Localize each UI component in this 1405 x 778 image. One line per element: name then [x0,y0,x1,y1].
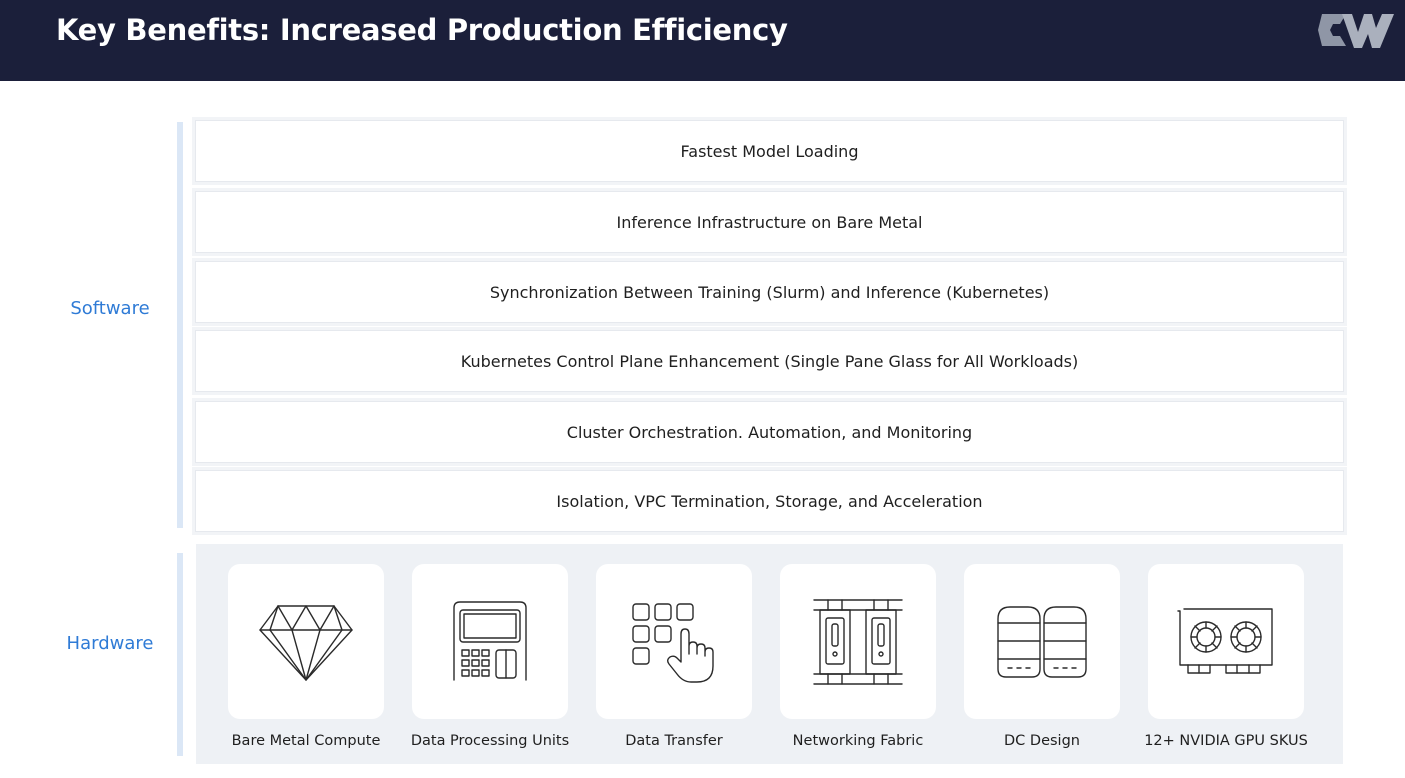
software-layer-row: Cluster Orchestration. Automation, and M… [195,401,1344,463]
gpu-card-icon [1177,607,1273,674]
hardware-card-bare-metal [228,564,384,719]
software-layer-row: Kubernetes Control Plane Enhancement (Si… [195,330,1344,392]
hardware-card-data-transfer [596,564,752,719]
keypad-hand-icon [632,602,714,683]
software-bracket-bar [177,122,183,528]
hardware-label-gpu: 12+ NVIDIA GPU SKUS [1144,733,1308,749]
hardware-card-dc-design [964,564,1120,719]
software-layer-row: Inference Infrastructure on Bare Metal [195,191,1344,253]
dpu-icon [453,600,527,681]
cw-logo-icon [1318,14,1394,48]
hardware-bracket-bar [177,553,183,756]
server-stack-icon [997,605,1087,678]
hardware-card-dpu [412,564,568,719]
hardware-label-networking: Networking Fabric [792,733,924,749]
hardware-card-networking [780,564,936,719]
hardware-label-bare-metal: Bare Metal Compute [231,733,381,749]
rack-icon [813,598,903,685]
software-label: Software [70,298,150,319]
hardware-label-data-transfer: Data Transfer [625,733,723,749]
hardware-label: Hardware [66,633,154,654]
hardware-label-dpu: Data Processing Units [410,733,570,749]
software-layer-row: Fastest Model Loading [195,120,1344,182]
hardware-label-dc-design: DC Design [1004,733,1080,749]
diamond-icon [259,604,353,681]
software-layer-row: Synchronization Between Training (Slurm)… [195,261,1344,323]
software-layer-row: Isolation, VPC Termination, Storage, and… [195,470,1344,532]
hardware-card-gpu [1148,564,1304,719]
header-bar: Key Benefits: Increased Production Effic… [0,0,1405,81]
page-title: Key Benefits: Increased Production Effic… [56,13,788,47]
